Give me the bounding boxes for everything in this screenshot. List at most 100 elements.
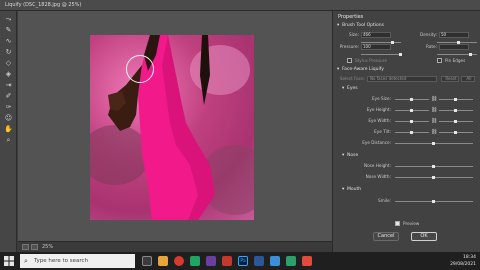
- nose-height-row: Nose Height:: [333, 163, 480, 171]
- properties-panel: Properties ▾ Brush Tool Options Size: 46…: [332, 11, 480, 252]
- smooth-tool-icon[interactable]: ∿: [3, 36, 14, 47]
- slider-knob[interactable]: [410, 109, 413, 112]
- eye-tilt-left-slider[interactable]: [395, 131, 429, 134]
- eye-distance-label: Eye Distance:: [362, 140, 391, 145]
- link-icon[interactable]: ⛓: [431, 96, 437, 102]
- push-left-tool-icon[interactable]: ⇥: [3, 80, 14, 91]
- pucker-tool-icon[interactable]: ◇: [3, 58, 14, 69]
- rate-slider[interactable]: [437, 53, 477, 56]
- status-bar: 25%: [18, 241, 332, 252]
- bloat-tool-icon[interactable]: ◈: [3, 69, 14, 80]
- cancel-button[interactable]: Cancel: [373, 232, 399, 241]
- eye-size-left-slider[interactable]: [395, 98, 429, 101]
- search-icon: ⌕: [24, 257, 28, 265]
- task-view-icon[interactable]: [142, 256, 152, 266]
- link-icon[interactable]: ⛓: [431, 118, 437, 124]
- rate-input[interactable]: [439, 44, 469, 50]
- zoom-level[interactable]: 25%: [42, 242, 53, 252]
- app-icon[interactable]: [270, 256, 280, 266]
- smile-label: Smile:: [377, 198, 391, 203]
- slider-knob[interactable]: [410, 131, 413, 134]
- slider-knob[interactable]: [454, 120, 457, 123]
- pin-edges-label: Pin Edges: [445, 58, 466, 63]
- all-button[interactable]: All: [461, 76, 475, 82]
- zoom-tool-icon[interactable]: ⌕: [3, 135, 14, 146]
- app-icon[interactable]: [302, 256, 312, 266]
- chrome-icon[interactable]: [174, 256, 184, 266]
- slider-knob[interactable]: [432, 142, 435, 145]
- eye-distance-slider[interactable]: [395, 142, 473, 145]
- eye-height-right-slider[interactable]: [439, 109, 473, 112]
- file-explorer-icon[interactable]: [158, 256, 168, 266]
- pressure-input[interactable]: 100: [361, 44, 391, 50]
- taskbar-search-box[interactable]: ⌕ Type here to search: [20, 254, 135, 268]
- app-icon[interactable]: [206, 256, 216, 266]
- density-input[interactable]: 50: [439, 32, 469, 38]
- zoom-in-button[interactable]: [31, 244, 38, 250]
- canvas-area[interactable]: [18, 11, 332, 241]
- window-title: Liquify (DSC_1828.jpg @ 25%): [0, 0, 480, 11]
- slider-knob[interactable]: [432, 176, 435, 179]
- nose-header[interactable]: ▾ Nose: [333, 153, 480, 161]
- smile-slider[interactable]: [395, 200, 473, 203]
- system-tray[interactable]: 18:34 29/08/2021: [436, 254, 476, 268]
- clock-time: 18:34: [463, 255, 476, 260]
- slider-knob[interactable]: [432, 165, 435, 168]
- slider-knob[interactable]: [454, 109, 457, 112]
- eyes-header[interactable]: ▾ Eyes: [333, 86, 480, 94]
- hand-tool-icon[interactable]: ✋: [3, 124, 14, 135]
- eye-width-row: Eye Width: ⛓: [333, 118, 480, 126]
- nose-title: Nose: [347, 153, 359, 158]
- app-icon[interactable]: [222, 256, 232, 266]
- face-tool-icon[interactable]: ☺: [3, 113, 14, 124]
- reconstruct-tool-icon[interactable]: ✎: [3, 25, 14, 36]
- ok-button[interactable]: OK: [411, 232, 437, 241]
- thaw-mask-tool-icon[interactable]: ✑: [3, 102, 14, 113]
- reset-button[interactable]: Reset: [441, 76, 459, 82]
- size-slider[interactable]: [361, 41, 401, 44]
- photoshop-icon[interactable]: Ps: [238, 256, 248, 266]
- liquify-toolbar: ⤳ ✎ ∿ ↻ ◇ ◈ ⇥ ✐ ✑ ☺ ✋ ⌕: [0, 11, 17, 252]
- app-icon[interactable]: [190, 256, 200, 266]
- density-label: Density:: [419, 32, 437, 37]
- liquify-window: Liquify (DSC_1828.jpg @ 25%) ⤳ ✎ ∿ ↻ ◇ ◈…: [0, 0, 480, 252]
- nose-width-label: Nose Width:: [365, 174, 391, 179]
- eye-size-right-slider[interactable]: [439, 98, 473, 101]
- word-icon[interactable]: [254, 256, 264, 266]
- pressure-slider[interactable]: [361, 53, 402, 56]
- size-input[interactable]: 466: [361, 32, 391, 38]
- eye-width-left-slider[interactable]: [395, 120, 429, 123]
- slider-knob[interactable]: [469, 53, 472, 56]
- select-face-dropdown[interactable]: No faces detected: [367, 76, 437, 82]
- link-icon[interactable]: ⛓: [431, 107, 437, 113]
- nose-height-slider[interactable]: [395, 165, 473, 168]
- zoom-out-button[interactable]: [22, 244, 29, 250]
- eye-height-left-slider[interactable]: [395, 109, 429, 112]
- eye-width-right-slider[interactable]: [439, 120, 473, 123]
- slider-knob[interactable]: [399, 53, 402, 56]
- eye-tilt-right-slider[interactable]: [439, 131, 473, 134]
- face-aware-header[interactable]: ▾ Face-Aware Liquify: [333, 67, 480, 75]
- preview-checkbox[interactable]: [395, 221, 400, 226]
- slider-knob[interactable]: [410, 98, 413, 101]
- app-icon[interactable]: [286, 256, 296, 266]
- pressure-label: Pressure:: [339, 44, 359, 49]
- photo-canvas[interactable]: [90, 35, 254, 220]
- brush-options-header[interactable]: ▾ Brush Tool Options: [333, 23, 480, 31]
- nose-width-slider[interactable]: [395, 176, 473, 179]
- freeze-mask-tool-icon[interactable]: ✐: [3, 91, 14, 102]
- density-slider[interactable]: [437, 41, 477, 44]
- slider-knob[interactable]: [454, 131, 457, 134]
- slider-knob[interactable]: [454, 98, 457, 101]
- pin-edges-checkbox[interactable]: [437, 58, 442, 63]
- link-icon[interactable]: ⛓: [431, 129, 437, 135]
- slider-knob[interactable]: [410, 120, 413, 123]
- eye-size-row: Eye Size: ⛓: [333, 96, 480, 104]
- windows-start-icon[interactable]: [4, 256, 14, 266]
- forward-warp-tool-icon[interactable]: ⤳: [3, 14, 14, 25]
- preview-label: Preview: [403, 221, 420, 226]
- mouth-header[interactable]: ▾ Mouth: [333, 187, 480, 195]
- slider-knob[interactable]: [432, 200, 435, 203]
- stylus-pressure-checkbox[interactable]: [347, 58, 352, 63]
- twirl-tool-icon[interactable]: ↻: [3, 47, 14, 58]
